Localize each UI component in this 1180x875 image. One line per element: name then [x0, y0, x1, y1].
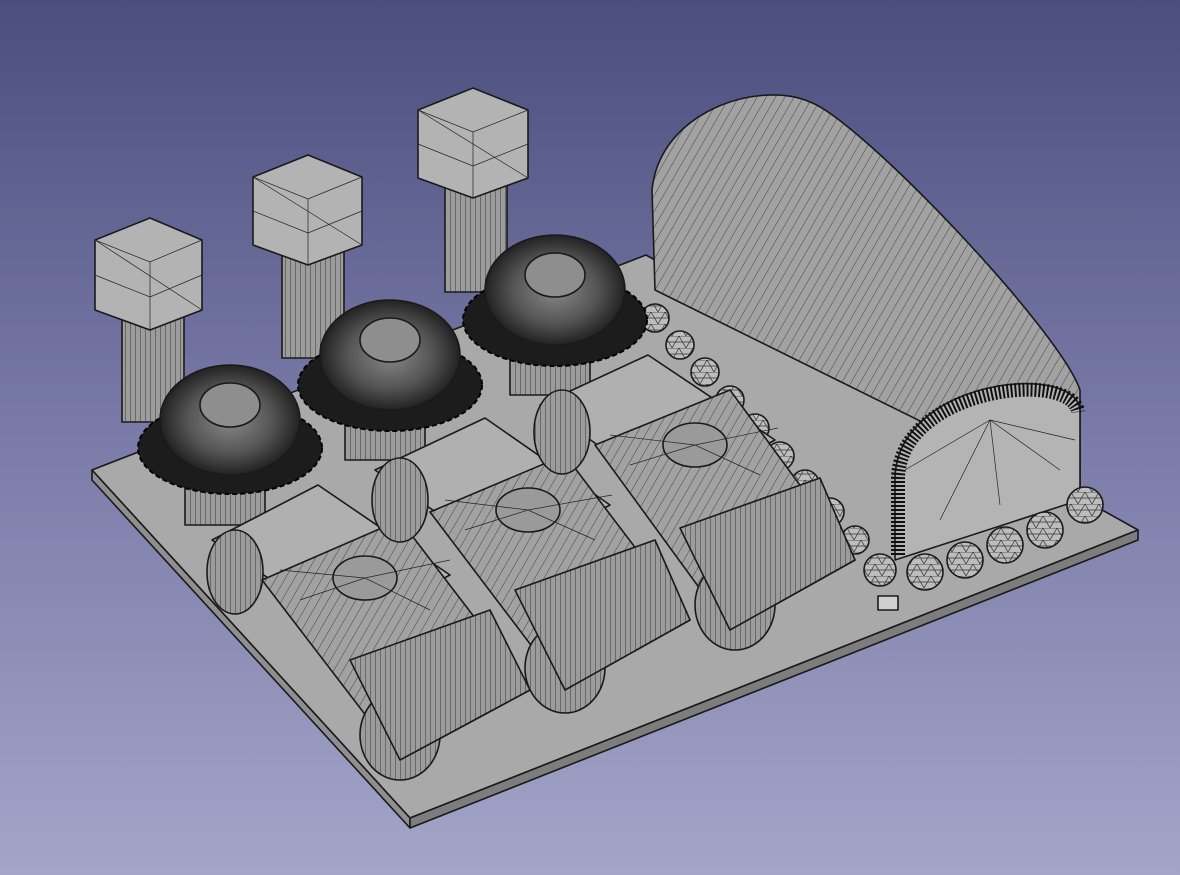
3d-viewport[interactable] — [0, 0, 1180, 875]
mesh-scene[interactable] — [0, 0, 1180, 875]
